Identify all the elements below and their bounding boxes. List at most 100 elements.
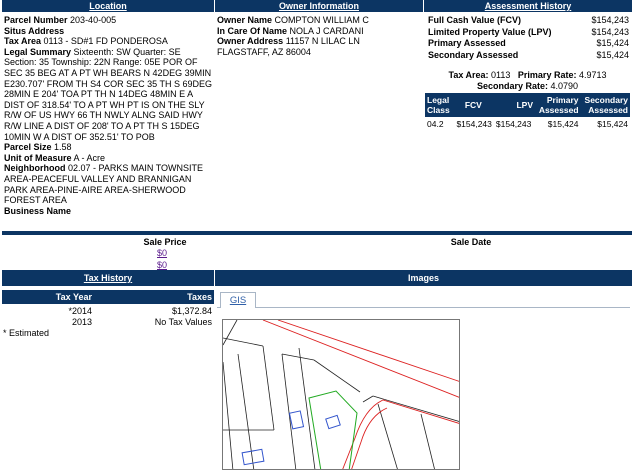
neighborhood-label: Neighborhood [4, 163, 66, 174]
parcel-number-row: Parcel Number 203-40-005 [4, 15, 214, 26]
gis-map[interactable] [223, 320, 460, 470]
building-footprint [288, 410, 305, 430]
parcel-line [313, 359, 361, 393]
owner-name-row: Owner Name COMPTON WILLIAM C [217, 15, 422, 26]
neighborhood-row: Neighborhood 02.07 - PARKS MAIN TOWNSITE… [4, 163, 214, 205]
fcv-value: $154,243 [591, 15, 629, 25]
lpv-header: LPV [493, 93, 535, 117]
images-header: Images [215, 270, 632, 286]
road-lines [262, 320, 459, 469]
tax-area-rate-row: Tax Area: 0113 Primary Rate: 4.9713 [425, 70, 630, 81]
assessment-table-row: 04.2 $154,243 $154,243 $15,424 $15,424 [425, 117, 630, 131]
secondary-assessed-value: $15,424 [596, 49, 629, 60]
in-care-of-value: NOLA J CARDANI [289, 25, 364, 36]
owner-panel: Owner Name COMPTON WILLIAM C In Care Of … [217, 15, 422, 57]
primary-header-line1: Primary [546, 95, 579, 105]
lpv-value: $154,243 [591, 26, 629, 37]
subject-parcel [308, 390, 358, 469]
primary-header: Primary Assessed [534, 93, 581, 117]
road-line [277, 320, 459, 382]
gis-tab-bar [217, 291, 630, 308]
tax-year-2013: 2013 [71, 317, 92, 327]
images-header-label: Images [407, 273, 440, 283]
legal-class-header: Legal Class [425, 93, 453, 117]
tax-history-subheader: Tax Year Taxes [2, 290, 214, 304]
road-line [262, 320, 459, 398]
taxes-2014: $1,372.84 [171, 306, 212, 316]
location-header-link[interactable]: Location [89, 1, 127, 11]
sales-divider [2, 231, 632, 235]
sale-price-link-2[interactable]: $0 [157, 260, 167, 270]
rate-tax-area-label: Tax Area: [448, 70, 489, 80]
fcv-label: Full Cash Value (FCV) [428, 15, 522, 25]
gis-tab[interactable]: GIS [220, 292, 256, 308]
owner-address-line2: FLAGSTAFF, AZ 86004 [217, 46, 311, 57]
legal-summary-value: Sixteenth: SW Quarter: SE Section: 35 To… [4, 46, 212, 142]
fcv-header: FCV [452, 93, 494, 117]
owner-address-row: Owner Address 11157 N LILAC LN [217, 36, 422, 47]
lpv-label: Limited Property Value (LPV) [428, 26, 552, 37]
assessment-table: Legal Class FCV LPV Primary Assessed Sec… [425, 93, 630, 131]
parcel-number-label: Parcel Number [4, 15, 68, 25]
tax-area-row: Tax Area 0113 - SD#1 FD PONDEROSA [4, 36, 214, 47]
primary-assessed-value: $15,424 [596, 38, 629, 48]
primary-header-line2: Assessed [538, 105, 579, 115]
secondary-header-line2: Assessed [588, 105, 628, 115]
secondary-assessed-row: Secondary Assessed $15,424 [428, 50, 629, 62]
location-panel: Parcel Number 203-40-005 Situs Address T… [4, 15, 214, 216]
owner-information-header-link[interactable]: Owner Information [279, 1, 359, 11]
parcel-size-row: Parcel Size 1.58 [4, 142, 214, 153]
taxes-2013: No Tax Values [154, 317, 212, 327]
tax-row-2013: 2013 No Tax Values [2, 317, 214, 328]
sale-price-link-1[interactable]: $0 [157, 248, 167, 258]
owner-information-header: Owner Information [215, 0, 423, 12]
tax-history-header-link[interactable]: Tax History [84, 273, 132, 283]
row-lpv: $154,243 [495, 119, 532, 129]
gis-map-viewport[interactable] [222, 319, 460, 470]
row-fcv: $154,243 [456, 119, 492, 129]
tax-area-value: 0113 - SD#1 FD PONDEROSA [43, 36, 168, 47]
secondary-header: Secondary Assessed [580, 93, 630, 117]
sale-price-label: Sale Price [143, 237, 187, 247]
location-header: Location [2, 0, 214, 12]
taxes-header: Taxes [187, 292, 212, 302]
parcel-size-value: 1.58 [54, 142, 72, 153]
road-line [342, 399, 459, 469]
parcel-lines [223, 320, 459, 469]
parcel-line [298, 347, 316, 469]
parcel-line [223, 320, 238, 346]
tax-year-2014: *2014 [68, 306, 92, 316]
assessment-table-header: Legal Class FCV LPV Primary Assessed Sec… [425, 93, 630, 117]
parcel-line [372, 395, 459, 422]
parcel-line [223, 337, 264, 347]
legal-summary-label: Legal Summary [4, 46, 72, 57]
legal-summary-row: Legal Summary Sixteenth: SW Quarter: SE … [4, 47, 214, 142]
secondary-rate-value: 4.0790 [550, 81, 579, 91]
parcel-number-value: 203-40-005 [70, 15, 117, 25]
parcel-line [377, 403, 398, 469]
estimated-footnote: * Estimated [3, 328, 50, 338]
fcv-row: Full Cash Value (FCV) $154,243 [428, 15, 629, 27]
secondary-header-line1: Secondary [584, 95, 628, 105]
building-footprints [241, 410, 341, 466]
gis-map-frame[interactable] [217, 309, 630, 470]
parcel-line [281, 353, 315, 361]
secondary-rate-label: Secondary Rate: [476, 81, 548, 91]
tax-row-2014: *2014 $1,372.84 [2, 306, 214, 317]
owner-name-value: COMPTON WILLIAM C [274, 15, 369, 25]
owner-address-line1: 11157 N LILAC LN [285, 36, 360, 47]
unit-of-measure-label: Unit of Measure [4, 152, 72, 163]
assessment-history-header-link[interactable]: Assessment History [485, 1, 572, 11]
owner-address-label: Owner Address [217, 36, 284, 47]
parcel-line [362, 395, 374, 403]
unit-of-measure-value: A - Acre [73, 152, 106, 163]
in-care-of-row: In Care Of Name NOLA J CARDANI [217, 26, 422, 37]
row-secondary: $15,424 [597, 119, 628, 129]
tax-year-header: Tax Year [55, 292, 92, 302]
primary-rate-value: 4.9713 [578, 70, 607, 80]
legal-class-header-line1: Legal [427, 95, 450, 105]
tax-history-header: Tax History [2, 270, 214, 286]
business-name-label: Business Name [4, 205, 72, 216]
situs-address-label: Situs Address [4, 25, 65, 36]
primary-rate-label: Primary Rate: [517, 70, 577, 80]
